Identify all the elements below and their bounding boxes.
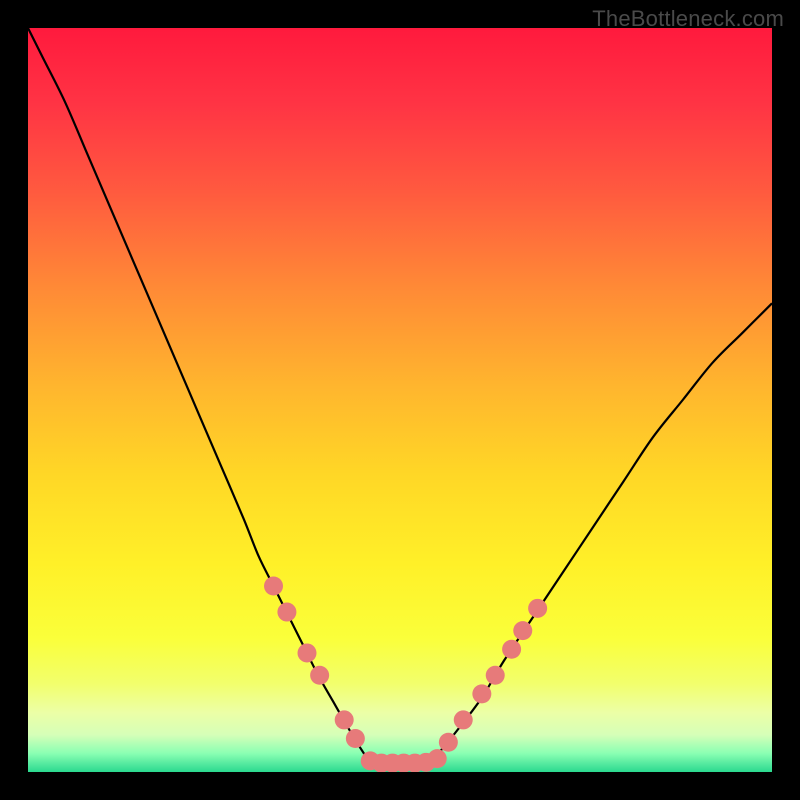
data-marker-right bbox=[502, 640, 521, 659]
data-marker-right bbox=[454, 710, 473, 729]
data-marker-left bbox=[264, 577, 283, 596]
gradient-background bbox=[28, 28, 772, 772]
data-marker-right bbox=[472, 684, 491, 703]
data-marker-right bbox=[513, 621, 532, 640]
data-marker-left bbox=[335, 710, 354, 729]
data-marker-right bbox=[486, 666, 505, 685]
data-marker-bottom bbox=[428, 749, 447, 768]
bottleneck-chart bbox=[28, 28, 772, 772]
data-marker-left bbox=[277, 603, 296, 622]
chart-container: TheBottleneck.com bbox=[0, 0, 800, 800]
data-marker-left bbox=[310, 666, 329, 685]
data-marker-right bbox=[528, 599, 547, 618]
data-marker-left bbox=[346, 729, 365, 748]
data-marker-left bbox=[298, 643, 317, 662]
data-marker-right bbox=[439, 733, 458, 752]
